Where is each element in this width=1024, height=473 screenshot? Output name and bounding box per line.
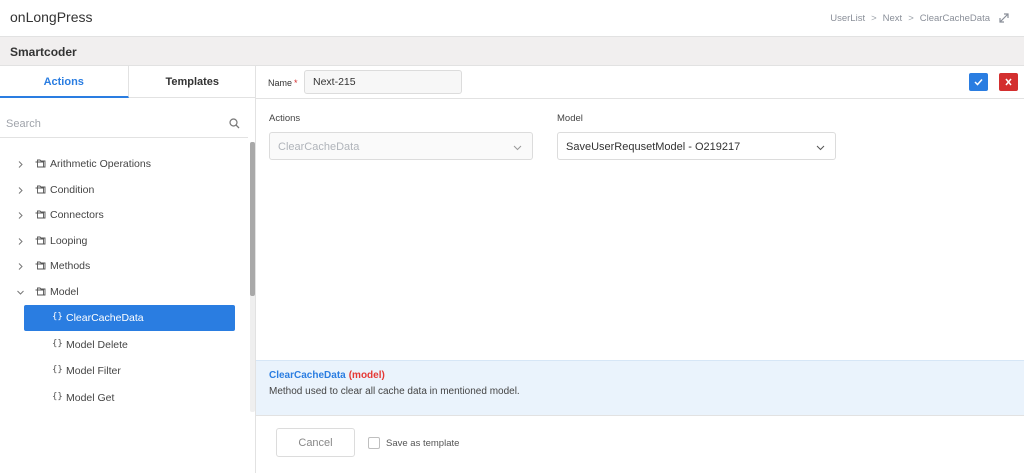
close-button[interactable] [999,73,1018,91]
name-label-text: Name [268,78,293,88]
model-label: Model [557,113,583,124]
tree-item-arithmetic-operations[interactable]: Arithmetic Operations [0,152,248,178]
tree-child-model-get[interactable]: {} Model Get [0,385,248,412]
sidebar: Actions Templates Arithmetic Operations … [0,66,256,473]
tree-item-connectors[interactable]: Connectors [0,203,248,229]
top-bar: onLongPress UserList > Next > ClearCache… [0,0,1024,37]
required-mark: * [294,78,298,88]
brace-icon: {} [52,365,63,375]
actions-select[interactable]: ClearCacheData [269,132,533,160]
tree-item-model[interactable]: Model [0,280,248,306]
tab-templates[interactable]: Templates [128,66,256,98]
model-select-value: SaveUserRequsetModel - O219217 [566,141,741,153]
tree-child-model-filter[interactable]: {} Model Filter [0,358,248,385]
chevron-down-icon[interactable] [16,288,25,297]
chevron-right-icon[interactable] [16,237,25,246]
confirm-button[interactable] [969,73,988,91]
save-as-template-label[interactable]: Save as template [386,438,459,449]
tree-item-looping[interactable]: Looping [0,229,248,255]
tree-child-model-delete[interactable]: {} Model Delete [0,332,248,359]
tree-item-label: Model [50,285,79,298]
action-tree: Arithmetic Operations Condition Connecto… [0,152,248,411]
tree-child-label: Model Get [66,391,115,404]
tree-item-label: Condition [50,183,95,196]
search-input[interactable] [6,115,216,133]
folder-icon [35,236,46,245]
app-title: onLongPress [10,9,93,25]
search-icon[interactable] [229,118,240,129]
chevron-right-icon[interactable] [16,262,25,271]
folder-icon [35,261,46,270]
sub-header: Smartcoder [0,37,1024,66]
info-description: Method used to clear all cache data in m… [269,386,520,397]
tree-child-label: ClearCacheData [66,312,144,324]
chevron-right-icon[interactable] [16,186,25,195]
breadcrumb-item-current: ClearCacheData [919,12,990,24]
breadcrumb-item-next[interactable]: Next [883,13,903,24]
folder-icon [35,287,46,296]
folder-icon [35,159,46,168]
model-select[interactable]: SaveUserRequsetModel - O219217 [557,132,836,160]
sidebar-tabs: Actions Templates [0,66,256,98]
tree-item-label: Arithmetic Operations [50,158,151,170]
scrollbar-thumb[interactable] [250,142,255,296]
breadcrumb: UserList > Next > ClearCacheData [830,12,1010,24]
tab-actions[interactable]: Actions [0,66,129,98]
name-label: Name * [268,78,298,88]
brace-icon: {} [52,338,63,349]
brace-icon: {} [52,391,63,402]
footer: Cancel Save as template [256,415,1024,473]
breadcrumb-separator: > [908,12,914,24]
tree-item-label: Connectors [50,209,104,221]
actions-select-value: ClearCacheData [278,141,360,153]
info-panel: ClearCacheData (model) Method used to cle… [256,360,1024,415]
tree-child-label: Model Delete [66,338,128,351]
actions-label: Actions [269,113,301,124]
main-panel: Name* Actions ClearCacheData Model SaveU… [256,66,1024,473]
chevron-right-icon[interactable] [16,160,25,169]
tree-item-methods[interactable]: Methods [0,254,248,280]
brace-icon: {} [52,312,63,322]
search-box [0,110,248,138]
info-title: ClearCacheData (model) [269,370,385,381]
close-icon [1005,78,1012,86]
name-input[interactable] [304,70,462,94]
section-title: Smartcoder [10,45,77,59]
folder-icon [35,185,46,194]
breadcrumb-item-userlist[interactable]: UserList [830,13,865,24]
breadcrumb-separator: > [871,12,877,24]
tree-item-label: Looping [50,234,88,247]
check-icon [974,78,983,86]
cancel-button[interactable]: Cancel [276,428,355,457]
info-tag: (model) [348,370,385,381]
tree-item-label: Methods [50,260,91,272]
tree-child-clear-cache-data[interactable]: {} ClearCacheData [0,305,248,332]
chevron-right-icon[interactable] [16,211,25,220]
name-bar: Name * [256,66,1024,99]
info-title-text: ClearCacheData [269,370,346,381]
tree-item-condition[interactable]: Condition [0,178,248,204]
save-as-template-checkbox[interactable] [368,437,380,449]
folder-icon [35,210,46,219]
tree-child-label: Model Filter [66,365,121,377]
chevron-down-icon [513,143,522,152]
expand-icon[interactable] [998,12,1010,24]
chevron-down-icon [816,143,825,152]
